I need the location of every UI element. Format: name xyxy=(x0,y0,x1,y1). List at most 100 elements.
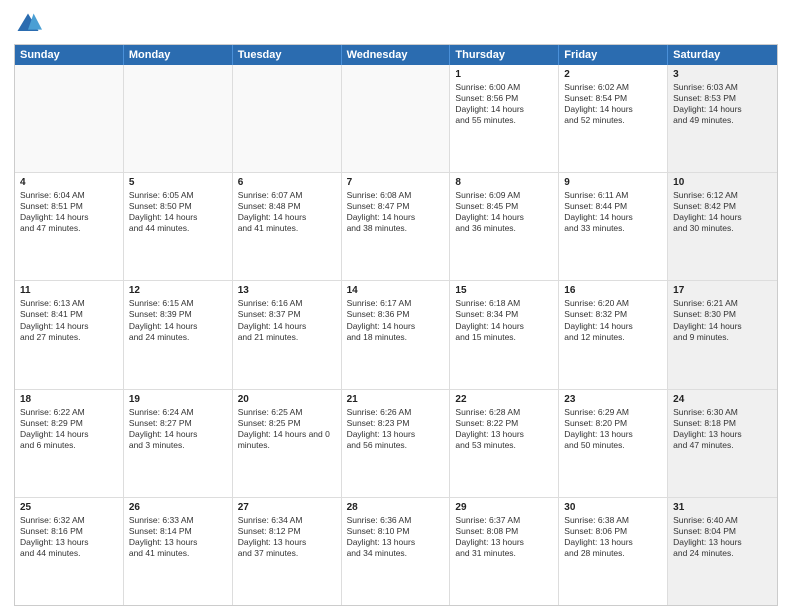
day-number: 9 xyxy=(564,176,662,189)
day-cell-20: 20Sunrise: 6:25 AM Sunset: 8:25 PM Dayli… xyxy=(233,390,342,497)
day-cell-4: 4Sunrise: 6:04 AM Sunset: 8:51 PM Daylig… xyxy=(15,173,124,280)
day-info: Sunrise: 6:29 AM Sunset: 8:20 PM Dayligh… xyxy=(564,407,633,450)
day-info: Sunrise: 6:22 AM Sunset: 8:29 PM Dayligh… xyxy=(20,407,89,450)
day-cell-17: 17Sunrise: 6:21 AM Sunset: 8:30 PM Dayli… xyxy=(668,281,777,388)
day-number: 4 xyxy=(20,176,118,189)
header-day-wednesday: Wednesday xyxy=(342,45,451,65)
day-number: 25 xyxy=(20,501,118,514)
day-info: Sunrise: 6:00 AM Sunset: 8:56 PM Dayligh… xyxy=(455,82,524,125)
day-cell-8: 8Sunrise: 6:09 AM Sunset: 8:45 PM Daylig… xyxy=(450,173,559,280)
calendar-row-1: 4Sunrise: 6:04 AM Sunset: 8:51 PM Daylig… xyxy=(15,173,777,281)
day-info: Sunrise: 6:04 AM Sunset: 8:51 PM Dayligh… xyxy=(20,190,89,233)
day-info: Sunrise: 6:16 AM Sunset: 8:37 PM Dayligh… xyxy=(238,298,307,341)
empty-cell xyxy=(233,65,342,172)
day-info: Sunrise: 6:25 AM Sunset: 8:25 PM Dayligh… xyxy=(238,407,330,450)
day-number: 6 xyxy=(238,176,336,189)
day-number: 17 xyxy=(673,284,772,297)
day-info: Sunrise: 6:28 AM Sunset: 8:22 PM Dayligh… xyxy=(455,407,524,450)
day-info: Sunrise: 6:38 AM Sunset: 8:06 PM Dayligh… xyxy=(564,515,633,558)
day-number: 1 xyxy=(455,68,553,81)
day-number: 24 xyxy=(673,393,772,406)
day-info: Sunrise: 6:03 AM Sunset: 8:53 PM Dayligh… xyxy=(673,82,742,125)
day-info: Sunrise: 6:18 AM Sunset: 8:34 PM Dayligh… xyxy=(455,298,524,341)
header-day-tuesday: Tuesday xyxy=(233,45,342,65)
day-number: 13 xyxy=(238,284,336,297)
header xyxy=(14,10,778,38)
day-info: Sunrise: 6:24 AM Sunset: 8:27 PM Dayligh… xyxy=(129,407,198,450)
day-number: 11 xyxy=(20,284,118,297)
calendar-row-3: 18Sunrise: 6:22 AM Sunset: 8:29 PM Dayli… xyxy=(15,390,777,498)
calendar-row-0: 1Sunrise: 6:00 AM Sunset: 8:56 PM Daylig… xyxy=(15,65,777,173)
day-info: Sunrise: 6:36 AM Sunset: 8:10 PM Dayligh… xyxy=(347,515,416,558)
day-number: 15 xyxy=(455,284,553,297)
day-cell-1: 1Sunrise: 6:00 AM Sunset: 8:56 PM Daylig… xyxy=(450,65,559,172)
calendar-row-2: 11Sunrise: 6:13 AM Sunset: 8:41 PM Dayli… xyxy=(15,281,777,389)
logo xyxy=(14,10,46,38)
day-number: 23 xyxy=(564,393,662,406)
day-info: Sunrise: 6:07 AM Sunset: 8:48 PM Dayligh… xyxy=(238,190,307,233)
day-cell-23: 23Sunrise: 6:29 AM Sunset: 8:20 PM Dayli… xyxy=(559,390,668,497)
day-number: 22 xyxy=(455,393,553,406)
day-number: 21 xyxy=(347,393,445,406)
day-info: Sunrise: 6:30 AM Sunset: 8:18 PM Dayligh… xyxy=(673,407,742,450)
day-number: 2 xyxy=(564,68,662,81)
day-cell-24: 24Sunrise: 6:30 AM Sunset: 8:18 PM Dayli… xyxy=(668,390,777,497)
day-info: Sunrise: 6:21 AM Sunset: 8:30 PM Dayligh… xyxy=(673,298,742,341)
day-info: Sunrise: 6:11 AM Sunset: 8:44 PM Dayligh… xyxy=(564,190,633,233)
day-info: Sunrise: 6:05 AM Sunset: 8:50 PM Dayligh… xyxy=(129,190,198,233)
calendar-body: 1Sunrise: 6:00 AM Sunset: 8:56 PM Daylig… xyxy=(15,65,777,605)
day-number: 20 xyxy=(238,393,336,406)
day-number: 16 xyxy=(564,284,662,297)
empty-cell xyxy=(124,65,233,172)
day-number: 30 xyxy=(564,501,662,514)
day-cell-28: 28Sunrise: 6:36 AM Sunset: 8:10 PM Dayli… xyxy=(342,498,451,605)
day-info: Sunrise: 6:20 AM Sunset: 8:32 PM Dayligh… xyxy=(564,298,633,341)
day-number: 3 xyxy=(673,68,772,81)
day-cell-6: 6Sunrise: 6:07 AM Sunset: 8:48 PM Daylig… xyxy=(233,173,342,280)
logo-icon xyxy=(14,10,42,38)
day-number: 28 xyxy=(347,501,445,514)
day-cell-26: 26Sunrise: 6:33 AM Sunset: 8:14 PM Dayli… xyxy=(124,498,233,605)
empty-cell xyxy=(342,65,451,172)
header-day-friday: Friday xyxy=(559,45,668,65)
day-number: 14 xyxy=(347,284,445,297)
day-cell-3: 3Sunrise: 6:03 AM Sunset: 8:53 PM Daylig… xyxy=(668,65,777,172)
day-cell-31: 31Sunrise: 6:40 AM Sunset: 8:04 PM Dayli… xyxy=(668,498,777,605)
header-day-monday: Monday xyxy=(124,45,233,65)
day-cell-14: 14Sunrise: 6:17 AM Sunset: 8:36 PM Dayli… xyxy=(342,281,451,388)
day-cell-13: 13Sunrise: 6:16 AM Sunset: 8:37 PM Dayli… xyxy=(233,281,342,388)
day-cell-2: 2Sunrise: 6:02 AM Sunset: 8:54 PM Daylig… xyxy=(559,65,668,172)
day-number: 5 xyxy=(129,176,227,189)
day-cell-12: 12Sunrise: 6:15 AM Sunset: 8:39 PM Dayli… xyxy=(124,281,233,388)
day-cell-30: 30Sunrise: 6:38 AM Sunset: 8:06 PM Dayli… xyxy=(559,498,668,605)
calendar: SundayMondayTuesdayWednesdayThursdayFrid… xyxy=(14,44,778,606)
day-cell-11: 11Sunrise: 6:13 AM Sunset: 8:41 PM Dayli… xyxy=(15,281,124,388)
calendar-header: SundayMondayTuesdayWednesdayThursdayFrid… xyxy=(15,45,777,65)
day-cell-19: 19Sunrise: 6:24 AM Sunset: 8:27 PM Dayli… xyxy=(124,390,233,497)
day-info: Sunrise: 6:08 AM Sunset: 8:47 PM Dayligh… xyxy=(347,190,416,233)
page: SundayMondayTuesdayWednesdayThursdayFrid… xyxy=(0,0,792,612)
day-number: 8 xyxy=(455,176,553,189)
header-day-saturday: Saturday xyxy=(668,45,777,65)
day-info: Sunrise: 6:17 AM Sunset: 8:36 PM Dayligh… xyxy=(347,298,416,341)
day-cell-7: 7Sunrise: 6:08 AM Sunset: 8:47 PM Daylig… xyxy=(342,173,451,280)
day-info: Sunrise: 6:26 AM Sunset: 8:23 PM Dayligh… xyxy=(347,407,416,450)
empty-cell xyxy=(15,65,124,172)
day-info: Sunrise: 6:34 AM Sunset: 8:12 PM Dayligh… xyxy=(238,515,307,558)
day-cell-5: 5Sunrise: 6:05 AM Sunset: 8:50 PM Daylig… xyxy=(124,173,233,280)
day-cell-16: 16Sunrise: 6:20 AM Sunset: 8:32 PM Dayli… xyxy=(559,281,668,388)
day-number: 10 xyxy=(673,176,772,189)
day-info: Sunrise: 6:09 AM Sunset: 8:45 PM Dayligh… xyxy=(455,190,524,233)
day-info: Sunrise: 6:37 AM Sunset: 8:08 PM Dayligh… xyxy=(455,515,524,558)
day-cell-10: 10Sunrise: 6:12 AM Sunset: 8:42 PM Dayli… xyxy=(668,173,777,280)
day-number: 29 xyxy=(455,501,553,514)
day-cell-18: 18Sunrise: 6:22 AM Sunset: 8:29 PM Dayli… xyxy=(15,390,124,497)
day-cell-21: 21Sunrise: 6:26 AM Sunset: 8:23 PM Dayli… xyxy=(342,390,451,497)
day-info: Sunrise: 6:12 AM Sunset: 8:42 PM Dayligh… xyxy=(673,190,742,233)
day-number: 31 xyxy=(673,501,772,514)
calendar-row-4: 25Sunrise: 6:32 AM Sunset: 8:16 PM Dayli… xyxy=(15,498,777,605)
day-info: Sunrise: 6:02 AM Sunset: 8:54 PM Dayligh… xyxy=(564,82,633,125)
day-cell-29: 29Sunrise: 6:37 AM Sunset: 8:08 PM Dayli… xyxy=(450,498,559,605)
day-cell-27: 27Sunrise: 6:34 AM Sunset: 8:12 PM Dayli… xyxy=(233,498,342,605)
day-info: Sunrise: 6:13 AM Sunset: 8:41 PM Dayligh… xyxy=(20,298,89,341)
